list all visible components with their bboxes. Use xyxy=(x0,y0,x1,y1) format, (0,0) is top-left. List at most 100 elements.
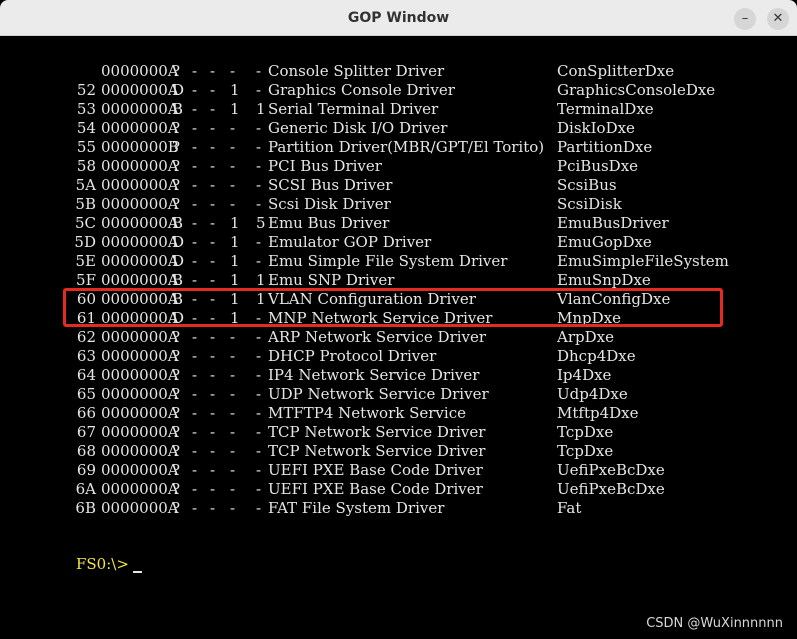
driver-cfg: - xyxy=(230,347,236,365)
driver-cfg: - xyxy=(230,404,236,422)
driver-image: Fat xyxy=(557,499,582,517)
driver-version: 0000000A xyxy=(101,328,179,346)
driver-diag: - xyxy=(256,138,262,156)
driver-flag2: - xyxy=(210,100,216,118)
driver-image: ScsiDisk xyxy=(557,195,622,213)
driver-flag2: - xyxy=(210,328,216,346)
driver-flag1: - xyxy=(192,100,198,118)
driver-flag2: - xyxy=(210,81,216,99)
driver-flag1: - xyxy=(192,442,198,460)
driver-diag: - xyxy=(256,252,262,270)
driver-flag2: - xyxy=(210,157,216,175)
driver-diag: 1 xyxy=(256,100,266,118)
driver-flag2: - xyxy=(210,62,216,80)
driver-flag1: - xyxy=(192,328,198,346)
minimize-button[interactable]: – xyxy=(734,8,756,30)
driver-diag: - xyxy=(256,233,262,251)
driver-cfg: 1 xyxy=(230,81,240,99)
driver-image: EmuGopDxe xyxy=(557,233,652,251)
driver-flag2: - xyxy=(210,366,216,384)
driver-type: ? xyxy=(172,157,181,175)
driver-flag2: - xyxy=(210,442,216,460)
driver-flag2: - xyxy=(210,499,216,517)
driver-cfg: - xyxy=(230,62,236,80)
driver-type: ? xyxy=(172,385,181,403)
driver-name: Partition Driver(MBR/GPT/El Torito) xyxy=(268,138,545,156)
window-title: GOP Window xyxy=(347,10,450,26)
driver-diag: 5 xyxy=(256,214,266,232)
driver-version: 0000000A xyxy=(101,195,179,213)
driver-name: Graphics Console Driver xyxy=(268,81,455,99)
driver-diag: - xyxy=(256,461,262,479)
driver-row: 55 0000000B? - - - - Partition Driver(MBR/GPT/… xyxy=(0,138,797,157)
terminal-area[interactable]: 0000000A? - - - - Console Splitter Driver ConS… xyxy=(0,37,797,639)
driver-version: 0000000A xyxy=(101,480,179,498)
driver-type: ? xyxy=(172,366,181,384)
driver-flag1: - xyxy=(192,461,198,479)
watermark: CSDN @WuXinnnnnn xyxy=(646,616,783,631)
driver-id: 6A xyxy=(75,480,96,498)
driver-flag2: - xyxy=(210,480,216,498)
driver-name: TCP Network Service Driver xyxy=(268,442,486,460)
driver-row: 5E 0000000A D - -1- Emu Simple File System Dr… xyxy=(0,252,797,271)
driver-row: 5B 0000000A? - - - - Scsi Disk Driver ScsiDisk xyxy=(0,195,797,214)
driver-type: ? xyxy=(172,176,181,194)
close-button[interactable]: ✕ xyxy=(767,8,789,30)
driver-image: TcpDxe xyxy=(557,423,614,441)
driver-row: 63 0000000A? - - - - DHCP Protocol Driver Dhcp4… xyxy=(0,347,797,366)
driver-version: 0000000A xyxy=(101,347,179,365)
driver-flag1: - xyxy=(192,62,198,80)
driver-cfg: - xyxy=(230,138,236,156)
driver-id: 5A xyxy=(75,176,96,194)
driver-version: 0000000A xyxy=(101,233,179,251)
title-bar: GOP Window – ✕ xyxy=(0,0,797,36)
driver-image: UefiPxeBcDxe xyxy=(557,480,665,498)
driver-diag: - xyxy=(256,119,262,137)
driver-row: 69 0000000A? - - - - UEFI PXE Base Code Driver… xyxy=(0,461,797,480)
driver-id: 62 xyxy=(76,328,96,346)
driver-version: 0000000A xyxy=(101,461,179,479)
driver-diag: - xyxy=(256,62,262,80)
driver-image: ArpDxe xyxy=(557,328,614,346)
driver-flag2: - xyxy=(210,404,216,422)
driver-cfg: - xyxy=(230,176,236,194)
driver-flag2: - xyxy=(210,195,216,213)
driver-id: 69 xyxy=(76,461,96,479)
driver-type: ? xyxy=(172,442,181,460)
driver-id: 64 xyxy=(76,366,96,384)
driver-flag2: - xyxy=(210,461,216,479)
driver-id: 6B xyxy=(75,499,96,517)
driver-diag: - xyxy=(256,423,262,441)
driver-version: 0000000A xyxy=(101,157,179,175)
driver-type: ? xyxy=(172,138,181,156)
driver-cfg: - xyxy=(230,461,236,479)
driver-id: 53 xyxy=(76,100,96,118)
driver-flag1: - xyxy=(192,423,198,441)
driver-version: 0000000A xyxy=(101,119,179,137)
driver-image: Mtftp4Dxe xyxy=(557,404,639,422)
driver-name: DHCP Protocol Driver xyxy=(268,347,437,365)
driver-id: 68 xyxy=(76,442,96,460)
driver-cfg: - xyxy=(230,195,236,213)
driver-type: D xyxy=(172,233,185,251)
driver-version: 0000000B xyxy=(101,138,179,156)
driver-name: Emu Bus Driver xyxy=(268,214,390,232)
driver-name: UEFI PXE Base Code Driver xyxy=(268,461,483,479)
driver-name: Generic Disk I/O Driver xyxy=(268,119,448,137)
driver-name: Emu Simple File System Driver xyxy=(268,252,508,270)
shell-prompt: FS0:\> xyxy=(76,555,129,573)
driver-cfg: 1 xyxy=(230,233,240,251)
driver-name: SCSI Bus Driver xyxy=(268,176,393,194)
driver-row: 0000000A? - - - - Console Splitter Driver ConS… xyxy=(0,62,797,81)
driver-version: 0000000A xyxy=(101,442,179,460)
driver-row: 5C 0000000A B - -1 5 Emu Bus Driver EmuBusDrive… xyxy=(0,214,797,233)
driver-type: B xyxy=(172,214,184,232)
driver-row: 66 0000000A? - - - - MTFTP4 Network Service Mtf… xyxy=(0,404,797,423)
driver-flag2: - xyxy=(210,252,216,270)
driver-row: 68 0000000A? - - - - TCP Network Service Drive… xyxy=(0,442,797,461)
driver-flag1: - xyxy=(192,81,198,99)
driver-row: 67 0000000A? - - - - TCP Network Service Drive… xyxy=(0,423,797,442)
driver-id: 65 xyxy=(76,385,96,403)
driver-type: ? xyxy=(172,499,181,517)
driver-flag1: - xyxy=(192,176,198,194)
